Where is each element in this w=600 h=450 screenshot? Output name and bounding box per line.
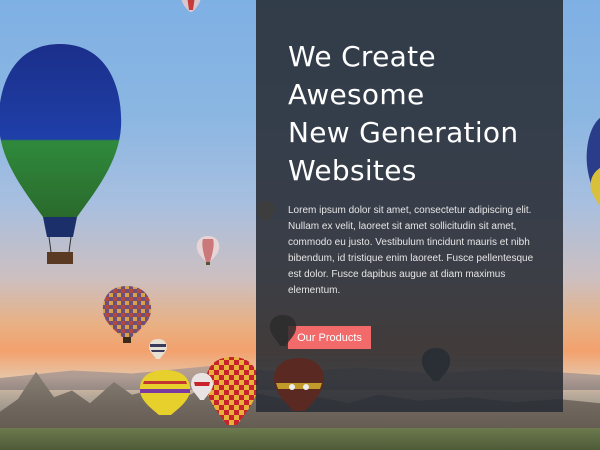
headline-line: We Create — [288, 40, 436, 73]
headline-line: Websites — [288, 154, 417, 187]
balloon-icon — [190, 372, 214, 404]
balloon-icon — [585, 115, 600, 215]
balloon-icon — [138, 369, 192, 417]
balloon-icon — [179, 0, 203, 16]
our-products-button[interactable]: Our Products — [288, 326, 371, 349]
balloon-icon — [256, 200, 276, 224]
hero-description: Lorem ipsum dolor sit amet, consectetur … — [288, 205, 534, 296]
headline-line: New Generation — [288, 116, 519, 149]
balloon-icon — [101, 285, 153, 347]
balloon-icon — [0, 42, 125, 267]
hero-headline: We Create Awesome New Generation Website… — [288, 38, 558, 190]
headline-line: Awesome — [288, 78, 425, 111]
balloon-icon — [148, 338, 168, 362]
balloon-icon — [268, 314, 298, 350]
hero-content-panel: We Create Awesome New Generation Website… — [256, 0, 563, 412]
balloon-icon — [195, 235, 221, 267]
ground — [0, 428, 600, 450]
balloon-icon — [272, 357, 326, 415]
